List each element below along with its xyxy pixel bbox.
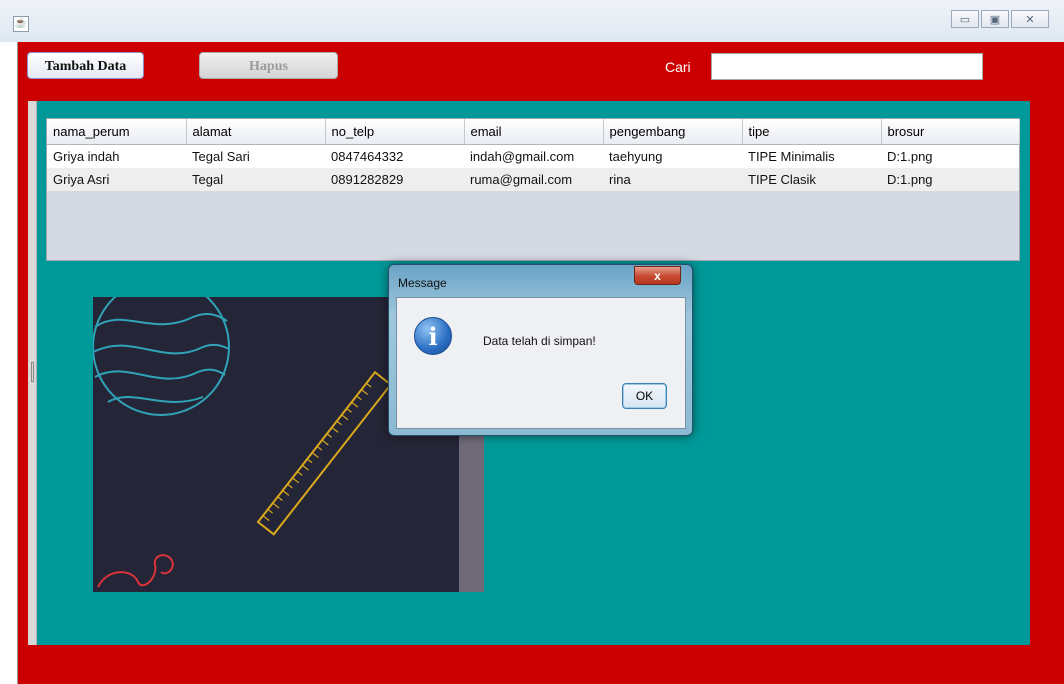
split-grip-icon[interactable] (31, 362, 34, 382)
table-cell: taehyung (603, 144, 742, 168)
table-cell: indah@gmail.com (464, 144, 603, 168)
data-table[interactable]: nama_perum alamat no_telp email pengemba… (46, 118, 1020, 261)
close-icon[interactable]: ✕ (1011, 10, 1049, 28)
minimize-icon[interactable]: ▭ (951, 10, 979, 28)
maximize-icon[interactable]: ▣ (981, 10, 1009, 28)
table-cell: 0891282829 (325, 168, 464, 191)
column-header[interactable]: pengembang (603, 119, 743, 145)
window-titlebar: ☕ ▭ ▣ ✕ (0, 0, 1064, 42)
table-cell: Griya indah (47, 144, 186, 168)
search-input[interactable] (711, 53, 983, 80)
table-cell: Tegal Sari (186, 144, 325, 168)
table-cell: D:1.png (881, 168, 1019, 191)
dialog-close-icon[interactable]: x (634, 266, 681, 285)
left-frame-edge (0, 42, 18, 684)
column-header[interactable]: brosur (881, 119, 1020, 145)
table-cell: rina (603, 168, 742, 191)
dialog-title: Message (398, 276, 447, 290)
planet-band (94, 368, 226, 380)
column-header[interactable]: nama_perum (47, 119, 187, 145)
table-header-row: nama_perum alamat no_telp email pengemba… (47, 119, 1020, 145)
table-cell: D:1.png (881, 144, 1019, 168)
column-header[interactable]: no_telp (325, 119, 465, 145)
planet-band (93, 343, 230, 355)
planet-band (94, 313, 228, 328)
dialog-body: i Data telah di simpan! OK (396, 297, 686, 429)
ok-button[interactable]: OK (622, 383, 667, 409)
cari-label: Cari (665, 59, 691, 75)
table-row[interactable]: Griya Asri Tegal 0891282829 ruma@gmail.c… (47, 168, 1019, 191)
table-cell: TIPE Clasik (742, 168, 881, 191)
doodle-swirl (97, 554, 174, 588)
table-row[interactable]: Griya indah Tegal Sari 0847464332 indah@… (47, 144, 1019, 168)
column-header[interactable]: email (464, 119, 604, 145)
table-cell: 0847464332 (325, 144, 464, 168)
dialog-message: Data telah di simpan! (483, 334, 596, 348)
column-header[interactable]: alamat (186, 119, 326, 145)
ruler-graphic (256, 370, 393, 536)
table-cell: Griya Asri (47, 168, 186, 191)
window-controls: ▭ ▣ ✕ (951, 10, 1051, 29)
java-app-icon[interactable]: ☕ (13, 16, 29, 32)
planet-band (107, 396, 204, 403)
hapus-button[interactable]: Hapus (199, 52, 338, 79)
info-icon: i (414, 317, 452, 355)
table-cell: ruma@gmail.com (464, 168, 603, 191)
column-header[interactable]: tipe (742, 119, 882, 145)
table-cell: Tegal (186, 168, 325, 191)
table-cell: TIPE Minimalis (742, 144, 881, 168)
tambah-data-button[interactable]: Tambah Data (27, 52, 144, 79)
message-dialog: Message x i Data telah di simpan! OK (388, 264, 693, 436)
